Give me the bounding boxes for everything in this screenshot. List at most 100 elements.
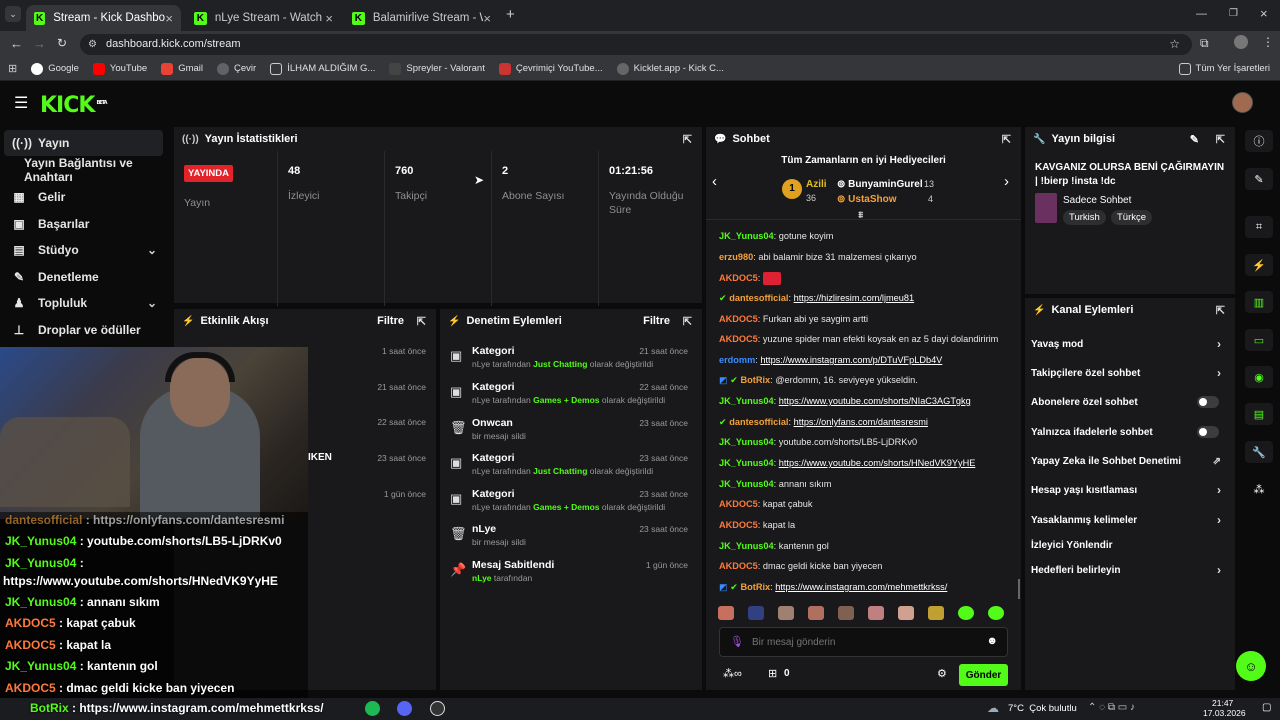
sidebar-item-gelir[interactable]: ▦ Gelir bbox=[4, 184, 163, 210]
bookmark-google[interactable]: Google bbox=[31, 62, 79, 75]
emote-icon[interactable] bbox=[838, 606, 854, 620]
bookmark-spreyler[interactable]: Spreyler - Valorant bbox=[389, 62, 485, 75]
clock-time[interactable]: 21:47 bbox=[1212, 698, 1233, 708]
support-chat-icon[interactable]: ☺ bbox=[1236, 651, 1266, 681]
avatar[interactable] bbox=[1232, 92, 1253, 113]
close-tab-icon[interactable]: × bbox=[483, 11, 491, 26]
action-goals[interactable]: Hedefleri belirleyin › bbox=[1031, 560, 1227, 580]
send-button[interactable]: Gönder bbox=[959, 664, 1008, 686]
lightning-rail-icon[interactable]: ⚡ bbox=[1245, 254, 1273, 276]
popout-icon[interactable]: ⇱ bbox=[1216, 133, 1225, 146]
moderation-item[interactable]: ▣ Kategori nLye tarafından Games + Demos o… bbox=[440, 486, 698, 522]
chevron-right-icon[interactable]: › bbox=[1004, 173, 1009, 190]
close-tab-icon[interactable]: × bbox=[325, 11, 333, 26]
sidebar-item-denetleme[interactable]: ✎ Denetleme bbox=[4, 264, 163, 290]
notification-icon[interactable]: ▢ bbox=[1262, 702, 1271, 713]
chat-message-input[interactable] bbox=[752, 634, 972, 650]
bookmark-cevir[interactable]: Çevir bbox=[217, 62, 256, 75]
chat-rail-icon[interactable]: ▭ bbox=[1245, 329, 1273, 351]
sidebar-item-yayin[interactable]: ((·)) Yayın bbox=[4, 130, 163, 156]
moderation-rail-icon[interactable]: ▤ bbox=[1245, 403, 1273, 425]
wrench-rail-icon[interactable]: 🔧 bbox=[1245, 441, 1273, 463]
spotify-icon[interactable] bbox=[365, 701, 380, 716]
chevron-left-icon[interactable]: ‹ bbox=[712, 173, 717, 190]
site-info-icon[interactable]: ⚙ bbox=[88, 34, 97, 55]
bookmark-kicklet[interactable]: Kicklet.app - Kick C... bbox=[616, 62, 724, 75]
bookmark-star-icon[interactable]: ☆ bbox=[1169, 34, 1180, 55]
emote-icon[interactable] bbox=[928, 606, 944, 620]
moderation-item[interactable]: 📌 Mesaj Sabitlendi nLye tarafından 1 gün ön… bbox=[440, 557, 698, 593]
edit-rail-icon[interactable]: ✎ bbox=[1245, 168, 1273, 190]
emote-icon[interactable] bbox=[898, 606, 914, 620]
all-bookmarks[interactable]: Tüm Yer İşaretleri bbox=[1178, 62, 1270, 75]
emote-only-toggle[interactable] bbox=[1197, 426, 1219, 438]
moderation-item[interactable]: ▣ Kategori nLye tarafından Games + Demos o… bbox=[440, 379, 698, 415]
bookmark-gmail[interactable]: Gmail bbox=[161, 62, 203, 75]
action-followers-only[interactable]: Takipçilere özel sohbet › bbox=[1031, 363, 1227, 383]
emoji-picker-icon[interactable]: ☻ bbox=[986, 635, 998, 647]
emote-icon[interactable] bbox=[868, 606, 884, 620]
broadcast-rail-icon[interactable]: ◉ bbox=[1245, 366, 1273, 388]
browser-tab-dashboard[interactable]: K Stream - Kick Dashboard × bbox=[26, 5, 181, 31]
browser-tab-balamir[interactable]: K Balamirlive Stream - Watch Live × bbox=[344, 5, 499, 31]
edit-icon[interactable]: ✎ bbox=[1190, 133, 1199, 146]
popout-icon[interactable]: ⇱ bbox=[417, 315, 426, 328]
action-account-age[interactable]: Hesap yaşı kısıtlaması › bbox=[1031, 480, 1227, 500]
hamburger-menu-icon[interactable]: ☰ bbox=[14, 93, 28, 113]
subs-only-toggle[interactable] bbox=[1197, 396, 1219, 408]
action-emote-only[interactable]: Yalnızca ifadelerle sohbet bbox=[1031, 422, 1227, 442]
restore-icon[interactable]: ❐ bbox=[1229, 8, 1238, 19]
browser-tab-nlye[interactable]: K nLye Stream - Watch Live on Ki × bbox=[186, 5, 341, 31]
emote-icon[interactable] bbox=[808, 606, 824, 620]
tab-search-icon[interactable]: ⌄ bbox=[5, 6, 21, 22]
filter-button[interactable]: Filtre bbox=[643, 315, 670, 327]
points-infinity-icon[interactable]: ⁂∞ bbox=[723, 667, 742, 680]
moderation-item[interactable]: 🗑 Onwcan bir mesajı sildi 23 saat önce bbox=[440, 415, 698, 451]
microphone-icon[interactable]: 🎙 bbox=[730, 635, 744, 648]
back-icon[interactable]: ← bbox=[10, 36, 23, 51]
clip-icon[interactable]: ⌗ bbox=[1245, 216, 1273, 238]
tag[interactable]: Türkçe bbox=[1111, 210, 1153, 225]
chevron-down-icon[interactable]: ⌄ bbox=[147, 296, 157, 310]
bookmark-folder-ilham[interactable]: İLHAM ALDIĞIM G... bbox=[270, 62, 375, 75]
emote-icon[interactable] bbox=[718, 606, 734, 620]
stats-rail-icon[interactable]: ▥ bbox=[1245, 291, 1273, 313]
moderation-item[interactable]: ▣ Kategori nLye tarafından Just Chatting o… bbox=[440, 450, 698, 486]
action-banned-words[interactable]: Yasaklanmış kelimeler › bbox=[1031, 510, 1227, 530]
filter-button[interactable]: Filtre bbox=[377, 315, 404, 327]
tag[interactable]: Turkish bbox=[1063, 210, 1106, 225]
sidebar-item-basarilar[interactable]: ▣ Başarılar bbox=[4, 211, 163, 237]
emote-icon[interactable] bbox=[958, 606, 974, 620]
sidebar-item-droplar[interactable]: ⊥ Droplar ve ödüller bbox=[4, 317, 163, 343]
emote-icon[interactable] bbox=[748, 606, 764, 620]
category-name[interactable]: Sadece Sohbet bbox=[1063, 195, 1131, 206]
forward-icon[interactable]: → bbox=[33, 36, 46, 51]
popout-icon[interactable]: ⇱ bbox=[683, 133, 692, 146]
kick-logo[interactable]: KICK BETA bbox=[40, 93, 108, 118]
clock-date[interactable]: 17.03.2026 bbox=[1203, 708, 1246, 718]
bookmark-cevrimici-youtube[interactable]: Çevrimiçi YouTube... bbox=[498, 62, 603, 75]
action-subs-only[interactable]: Abonelere özel sohbet bbox=[1031, 392, 1227, 412]
sidebar-item-studyo[interactable]: ▤ Stüdyo ⌄ bbox=[4, 237, 163, 263]
extensions-icon[interactable]: ⧉ bbox=[1200, 36, 1209, 51]
emote-icon[interactable] bbox=[778, 606, 794, 620]
tray-icons[interactable]: ⌃ ◌ ⧉ ▭ ♪ bbox=[1088, 702, 1135, 713]
reload-icon[interactable]: ↻ bbox=[57, 36, 67, 50]
popout-icon[interactable]: ⇱ bbox=[1002, 133, 1011, 146]
moderation-item[interactable]: ▣ Kategori nLye tarafından Just Chatting o… bbox=[440, 343, 698, 379]
community-rail-icon[interactable]: ⁂ bbox=[1245, 478, 1273, 500]
discord-icon[interactable] bbox=[397, 701, 412, 716]
popout-icon[interactable]: ⇱ bbox=[1216, 304, 1225, 317]
menu-kebab-icon[interactable]: ⋮ bbox=[1262, 35, 1274, 49]
profile-icon[interactable] bbox=[1234, 35, 1248, 49]
apps-grid-icon[interactable]: ⊞ bbox=[8, 62, 17, 75]
action-slow-mode[interactable]: Yavaş mod › bbox=[1031, 334, 1227, 354]
bookmark-youtube[interactable]: YouTube bbox=[92, 62, 147, 75]
sidebar-item-topluluk[interactable]: ♟ Topluluk ⌄ bbox=[4, 290, 163, 316]
chat-settings-icon[interactable]: ⚙ bbox=[937, 667, 947, 680]
moderation-item[interactable]: 🗑 nLye bir mesajı sildi 23 saat önce bbox=[440, 521, 698, 557]
minimize-icon[interactable]: — bbox=[1196, 8, 1207, 20]
chevron-down-icon[interactable]: ⌄ bbox=[147, 243, 157, 257]
close-window-icon[interactable]: × bbox=[1260, 6, 1268, 21]
sidebar-item-stream-key[interactable]: Yayın Bağlantısı ve Anahtarı bbox=[4, 156, 163, 184]
